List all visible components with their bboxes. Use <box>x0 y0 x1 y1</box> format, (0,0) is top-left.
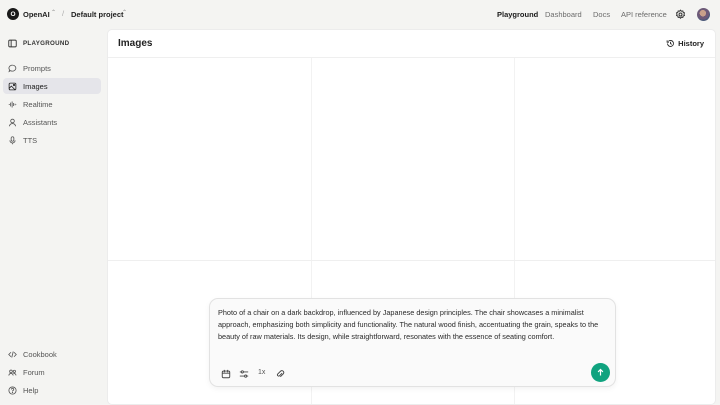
sidebar-item-assistants[interactable]: Assistants <box>3 114 101 130</box>
main-panel: Images History Photo of a chair on a dar… <box>107 29 716 405</box>
history-label: History <box>678 39 704 48</box>
sidebar-item-label: TTS <box>23 135 38 145</box>
sliders-icon <box>239 369 248 378</box>
sidebar-item-forum[interactable]: Forum <box>3 364 101 380</box>
chat-bubble-icon <box>8 64 17 72</box>
sidebar-item-images[interactable]: Images <box>3 78 101 94</box>
microphone-icon <box>9 135 16 144</box>
history-icon <box>666 40 675 47</box>
sidebar-item-label: Forum <box>23 367 45 377</box>
nav-docs[interactable]: Docs <box>593 10 610 19</box>
sidebar-item-prompts[interactable]: Prompts <box>3 60 101 76</box>
sidebar-section-label: PLAYGROUND <box>23 40 70 47</box>
breadcrumb-separator: / <box>62 9 65 18</box>
person-icon <box>8 118 17 126</box>
sidebar-header: PLAYGROUND <box>8 39 69 48</box>
code-icon <box>8 350 17 358</box>
chevron-updown-icon[interactable]: ⌃ <box>122 9 127 16</box>
project-switcher[interactable]: Default project <box>71 10 124 19</box>
paperclip-icon <box>276 369 284 377</box>
sidebar-item-label: Prompts <box>23 63 51 73</box>
grid-divider <box>108 260 715 261</box>
sidebar-item-label: Realtime <box>23 99 53 109</box>
image-count-selector[interactable]: 1x <box>258 369 265 376</box>
sidebar-item-help[interactable]: Help <box>3 382 101 398</box>
page-title: Images <box>118 38 153 49</box>
prompt-input[interactable]: Photo of a chair on a dark backdrop, inf… <box>218 307 608 343</box>
image-style-icon <box>221 369 230 378</box>
sidebar-toggle-icon[interactable] <box>8 39 17 48</box>
sidebar-item-cookbook[interactable]: Cookbook <box>3 346 101 362</box>
prompt-composer: Photo of a chair on a dark backdrop, inf… <box>209 298 616 387</box>
sidebar-item-label: Cookbook <box>23 349 57 359</box>
gear-icon[interactable] <box>675 9 686 20</box>
attach-button[interactable] <box>274 368 285 379</box>
nav-api-reference[interactable]: API reference <box>621 10 667 19</box>
org-switcher[interactable]: OpenAI <box>23 10 50 19</box>
forum-icon <box>8 369 17 376</box>
sidebar-item-label: Help <box>23 385 39 395</box>
settings-button[interactable] <box>238 368 249 379</box>
top-bar: O OpenAI ⌃ / Default project ⌃ Playgroun… <box>0 0 720 29</box>
send-button[interactable] <box>591 363 610 382</box>
org-avatar[interactable]: O <box>7 8 19 20</box>
sidebar-item-tts[interactable]: TTS <box>3 132 101 148</box>
sidebar-item-realtime[interactable]: Realtime <box>3 96 101 112</box>
arrow-up-icon <box>597 368 604 376</box>
header-divider <box>108 57 715 58</box>
sidebar-item-label: Assistants <box>23 117 58 127</box>
help-icon <box>8 385 17 395</box>
image-icon <box>8 82 17 90</box>
style-button[interactable] <box>220 368 231 379</box>
nav-dashboard[interactable]: Dashboard <box>545 10 582 19</box>
user-avatar[interactable] <box>697 8 710 21</box>
nav-playground[interactable]: Playground <box>497 10 538 19</box>
sidebar-item-label: Images <box>23 81 48 91</box>
history-button[interactable]: History <box>666 39 704 48</box>
chevron-updown-icon[interactable]: ⌃ <box>51 9 56 16</box>
waveform-icon <box>8 101 17 107</box>
sidebar: PLAYGROUND Prompts Images Realtime Assis… <box>0 29 107 405</box>
